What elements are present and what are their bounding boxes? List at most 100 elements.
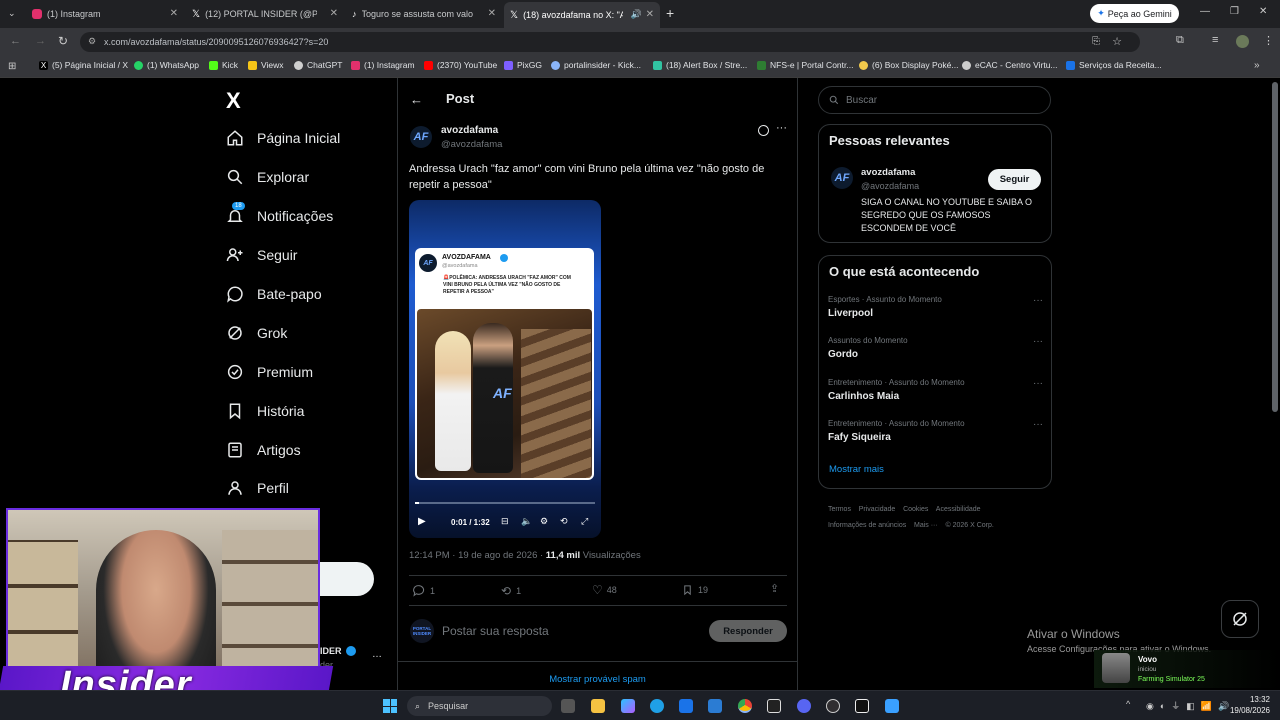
post-video[interactable]: AF AVOZDAFAMA @avozdafama 🚨POLÊMICA: AND… [409,200,601,538]
grok-icon[interactable] [758,125,769,136]
relevant-avatar[interactable]: AF [831,167,853,189]
browser-tab[interactable]: 𝕏 (12) PORTAL INSIDER (@Portal_ ✕ [192,4,338,24]
footer-link[interactable]: Informações de anúncios [828,522,906,529]
show-more-link[interactable]: Mostrar mais [829,464,884,475]
settings-icon[interactable]: ⚙ [540,516,548,527]
reply-input[interactable]: Postar sua resposta [442,624,549,638]
trend-item[interactable]: Entretenimento · Assunto do Momento Carl… [828,378,1043,402]
new-tab-button[interactable]: + [666,5,674,21]
clock-date[interactable]: 19/08/2026 [1222,706,1270,715]
forward-icon[interactable]: → [35,35,46,47]
file-explorer-icon[interactable] [591,699,605,713]
tab-list-dropdown-icon[interactable]: ⌄ [8,8,16,19]
bookmark-item[interactable]: (18) Alert Box / Stre... [653,60,747,70]
bookmark-item[interactable]: PixGG [504,60,542,70]
footer-link[interactable]: Privacidade [859,506,896,513]
close-tab-icon[interactable]: ✕ [330,8,338,19]
reload-icon[interactable]: ↻ [58,34,68,48]
app-icon[interactable] [885,699,899,713]
capcut-icon[interactable] [767,699,781,713]
nav-grok[interactable]: Grok [226,324,287,342]
profile-avatar[interactable] [1236,35,1249,48]
nav-notifications[interactable]: 18 Notificações [226,202,333,225]
bookmark-item[interactable]: NFS-e | Portal Contr... [757,60,853,70]
captions-icon[interactable]: ⊟ [501,516,509,527]
trend-more-icon[interactable]: ··· [1033,336,1043,347]
nav-home[interactable]: Página Inicial [226,129,340,147]
trend-item[interactable]: Entretenimento · Assunto do Momento Fafy… [828,419,1043,443]
obs-icon[interactable] [826,699,840,713]
trend-item[interactable]: Esportes · Assunto do Momento Liverpool … [828,295,1043,319]
back-icon[interactable]: ← [10,35,21,47]
fullscreen-icon[interactable]: ⤢ [581,516,588,527]
star-icon[interactable]: ☆ [1112,35,1122,48]
browser-tab[interactable]: (1) Instagram ✕ [32,4,178,24]
bookmark-item[interactable]: Serviços da Receita... [1066,60,1162,70]
x-logo[interactable]: X [226,88,241,114]
loop-icon[interactable]: ⟲ [560,516,568,527]
copilot-icon[interactable] [621,699,635,713]
bookmark-item[interactable]: (2370) YouTube [424,60,497,70]
nav-articles[interactable]: Artigos [226,441,301,459]
volume-icon[interactable]: 🔈 [521,516,532,527]
follow-button[interactable]: Seguir [988,169,1041,190]
apps-icon[interactable]: ⊞ [8,61,16,72]
maximize-icon[interactable]: ❐ [1230,6,1239,17]
bookmark-action[interactable]: 19 [682,584,708,596]
capcut-icon-2[interactable] [855,699,869,713]
minimize-icon[interactable]: — [1200,6,1210,17]
bookmark-item[interactable]: portalinsider - Kick... [551,60,641,70]
more-bookmarks-icon[interactable]: » [1254,60,1260,71]
nav-profile[interactable]: Perfil [226,479,289,497]
bookmark-item[interactable]: (1) WhatsApp [134,60,199,70]
close-window-icon[interactable]: ✕ [1259,6,1267,17]
mail-icon[interactable] [708,699,722,713]
grok-float-button[interactable] [1221,600,1259,638]
store-icon[interactable] [679,699,693,713]
bookmark-item[interactable]: (6) Box Display Poké... [859,60,958,70]
task-view-icon[interactable] [561,699,575,713]
gemini-button[interactable]: ✦ Peça ao Gemini [1090,4,1179,23]
nav-explore[interactable]: Explorar [226,168,309,186]
site-info-icon[interactable]: ⚙ [88,36,96,47]
relevant-name[interactable]: avozdafama [861,167,915,178]
video-progress-track[interactable] [415,502,595,504]
footer-link[interactable]: Cookies [903,506,928,513]
install-icon[interactable]: ⎘ [1092,36,1100,47]
trend-more-icon[interactable]: ··· [1033,378,1043,389]
bookmark-item[interactable]: eCAC - Centro Virtu... [962,60,1058,70]
taskbar-search[interactable]: ⌕ Pesquisar [407,696,552,716]
play-icon[interactable]: ▶ [418,516,426,527]
trend-more-icon[interactable]: ··· [1033,419,1043,430]
repost-action[interactable]: ⟲ 1 [501,584,521,598]
bookmark-item[interactable]: Viewx [248,60,284,70]
close-tab-icon[interactable]: ✕ [170,8,178,19]
show-spam-link[interactable]: Mostrar provável spam [398,674,797,685]
clock-time[interactable]: 13:32 [1236,695,1270,704]
nav-follow[interactable]: Seguir [226,246,297,264]
chrome-icon[interactable] [738,699,752,713]
reply-action[interactable]: 1 [412,584,435,597]
discord-icon[interactable] [797,699,811,713]
search-box[interactable]: Buscar [818,86,1051,114]
start-icon[interactable] [383,699,397,713]
account-more-icon[interactable]: … [372,649,382,660]
url-bar[interactable]: ⚙ x.com/avozdafama/status/20900951260769… [80,32,1140,52]
extensions-icon[interactable]: ⧉ [1176,34,1184,47]
more-options-icon[interactable]: ··· [776,122,787,134]
back-arrow-icon[interactable]: ← [410,92,423,107]
bookmark-item[interactable]: Kick [209,60,238,70]
nav-bookmarks[interactable]: História [226,402,304,420]
bookmark-item[interactable]: ChatGPT [294,60,342,70]
close-tab-icon[interactable]: ✕ [646,9,654,20]
trend-more-icon[interactable]: ··· [1033,295,1043,306]
page-scrollbar[interactable] [1272,82,1278,412]
bookmark-item[interactable]: (1) Instagram [351,60,415,70]
nav-chat[interactable]: Bate-papo [226,285,322,303]
reply-button[interactable]: Responder [709,620,787,642]
bookmark-item[interactable]: X (5) Página Inicial / X [39,60,128,70]
like-action[interactable]: ♡ 48 [592,583,617,597]
tray-chevron-icon[interactable]: ^ [1126,699,1130,709]
browser-tab-active[interactable]: 𝕏 (18) avozdafama no X: "And 🔊 ✕ [504,2,660,28]
author-handle[interactable]: @avozdafama [441,139,502,150]
